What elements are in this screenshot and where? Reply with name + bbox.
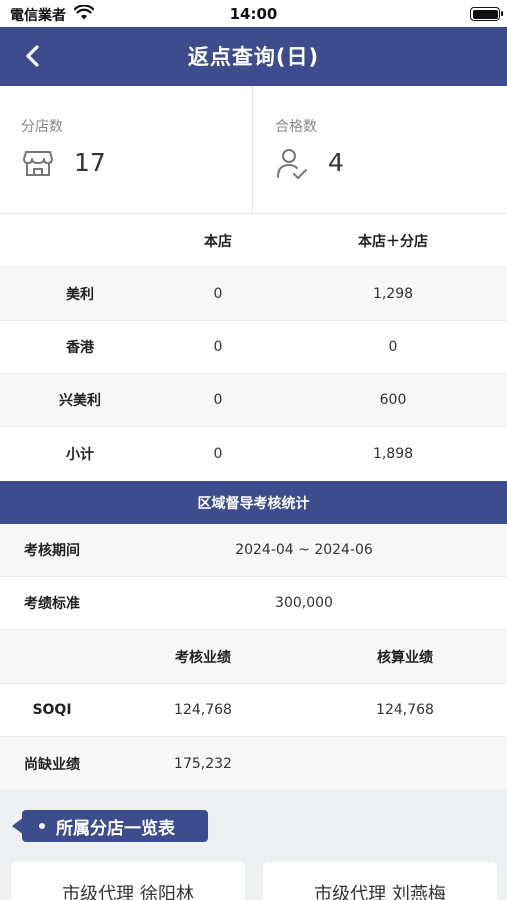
rebate-table-header: 本店 本店＋分店 (0, 214, 507, 268)
bullet-icon (39, 823, 45, 829)
row-total-value: 1,898 (372, 446, 414, 462)
period-label: 考核期间 (24, 543, 80, 559)
row-label: 小计 (66, 447, 94, 463)
branch-list-section: 所属分店一览表 市级代理 徐阳林 市级代理 刘燕梅 (0, 790, 507, 900)
performance-header-row: 考核业绩 核算业绩 (0, 630, 507, 684)
page-title: 返点查询(日) (187, 45, 320, 69)
summary-panel: 分店数 17 合格数 4 (0, 86, 507, 214)
agent-name: 市级代理 刘燕梅 (314, 884, 446, 900)
period-value: 2024-04 ~ 2024-06 (235, 542, 373, 558)
row-store-value: 0 (213, 392, 223, 408)
shortfall-value: 175,232 (174, 755, 232, 772)
column-header-accounted: 核算业绩 (377, 649, 433, 666)
row-store-value: 0 (213, 339, 223, 355)
battery-icon (470, 7, 503, 21)
agent-card[interactable]: 市级代理 徐阳林 (11, 862, 245, 900)
row-total-value: 600 (379, 392, 407, 408)
region-section-header: 区域督导考核统计 (0, 481, 507, 524)
standard-label: 考绩标准 (24, 596, 80, 612)
period-row: 考核期间 2024-04 ~ 2024-06 (0, 524, 507, 577)
table-row: 香港 0 0 (0, 321, 507, 374)
agent-name: 市级代理 徐阳林 (62, 884, 194, 900)
soqi-row: SOQI 124,768 124,768 (0, 684, 507, 737)
branch-count-value: 17 (74, 148, 106, 177)
branch-count-card: 分店数 17 (0, 86, 253, 214)
branch-count-label: 分店数 (21, 119, 63, 135)
clock: 14:00 (229, 5, 278, 23)
table-row: 兴美利 0 600 (0, 374, 507, 427)
column-header-store: 本店 (204, 233, 232, 250)
branch-list-title: 所属分店一览表 (22, 810, 208, 842)
user-check-icon (277, 149, 307, 179)
standard-value: 300,000 (275, 595, 333, 611)
row-total-value: 0 (388, 339, 398, 355)
agent-card[interactable]: 市级代理 刘燕梅 (263, 862, 497, 900)
branch-list-title-text: 所属分店一览表 (56, 818, 175, 839)
row-label: 美利 (66, 287, 94, 303)
row-store-value: 0 (213, 286, 223, 302)
shortfall-label: 尚缺业绩 (24, 756, 80, 773)
standard-row: 考绩标准 300,000 (0, 577, 507, 630)
soqi-assessed-value: 124,768 (174, 702, 232, 718)
store-icon (23, 151, 53, 176)
table-row-subtotal: 小计 0 1,898 (0, 427, 507, 481)
row-label: 兴美利 (59, 393, 101, 409)
qualified-count-value: 4 (328, 148, 344, 177)
shortfall-row: 尚缺业绩 175,232 (0, 737, 507, 790)
qualified-count-card: 合格数 4 (254, 86, 507, 214)
row-label: 香港 (66, 340, 94, 356)
status-bar: 電信業者 14:00 (0, 0, 507, 27)
qualified-count-label: 合格数 (275, 119, 317, 135)
table-row: 美利 0 1,298 (0, 268, 507, 321)
row-store-value: 0 (213, 446, 223, 462)
soqi-accounted-value: 124,768 (376, 702, 434, 718)
column-header-assessed: 考核业绩 (175, 649, 231, 666)
column-header-total: 本店＋分店 (358, 233, 428, 250)
soqi-label: SOQI (32, 702, 72, 718)
nav-bar: 返点查询(日) (0, 27, 507, 86)
row-total-value: 1,298 (372, 286, 414, 302)
